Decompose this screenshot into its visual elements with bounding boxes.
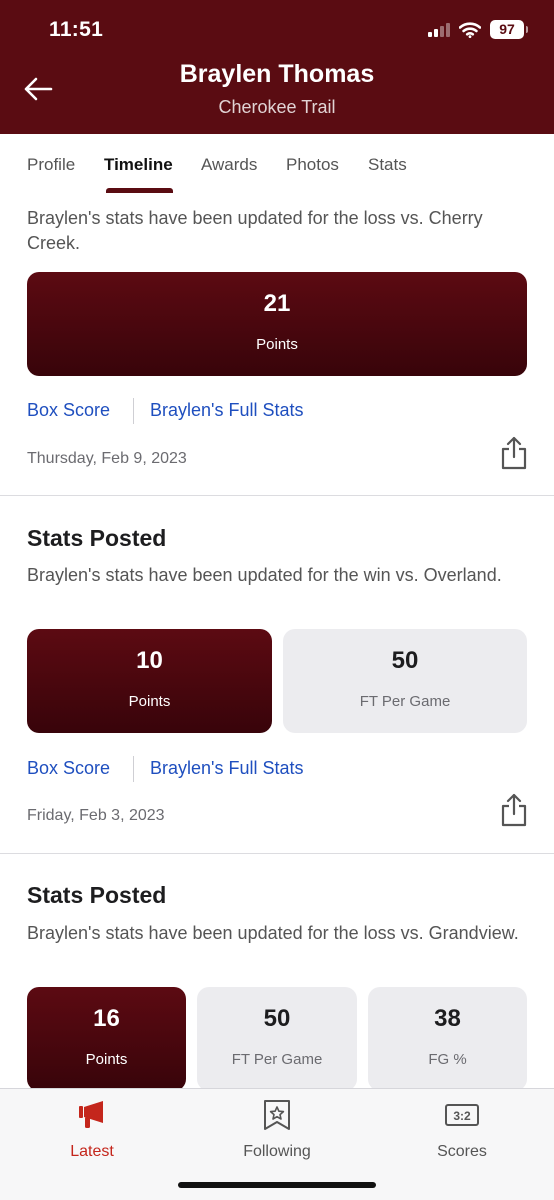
- stat-tile-points[interactable]: 10 Points: [27, 629, 272, 733]
- cellular-signal-icon: [428, 22, 450, 37]
- card-date: Friday, Feb 3, 2023: [27, 807, 165, 824]
- stat-value: 50: [391, 647, 419, 674]
- status-time: 11:51: [49, 18, 104, 41]
- nav-scores[interactable]: 3:2 Scores: [397, 1099, 527, 1165]
- stat-label: FT Per Game: [359, 693, 451, 710]
- share-button[interactable]: [499, 793, 529, 827]
- stat-label: Points: [256, 336, 298, 353]
- tab-profile[interactable]: Profile: [27, 155, 75, 175]
- nav-following[interactable]: Following: [212, 1099, 342, 1165]
- box-score-link[interactable]: Box Score: [27, 758, 110, 779]
- full-stats-link[interactable]: Braylen's Full Stats: [150, 400, 304, 421]
- status-icons: 97: [428, 20, 528, 39]
- svg-text:3:2: 3:2: [453, 1109, 471, 1123]
- card-description: Braylen's stats have been updated for th…: [27, 565, 502, 585]
- tab-stats[interactable]: Stats: [368, 155, 407, 175]
- share-button[interactable]: [499, 436, 529, 470]
- tab-photos[interactable]: Photos: [286, 155, 339, 175]
- stat-tile-points[interactable]: 16 Points: [27, 987, 186, 1088]
- card-description: Braylen's stats have been updated for th…: [27, 208, 483, 253]
- tab-timeline[interactable]: Timeline: [104, 155, 173, 175]
- stat-tile-ft-per-game[interactable]: 50 FT Per Game: [197, 987, 357, 1088]
- nav-label: Latest: [70, 1143, 114, 1160]
- card-description: Braylen's stats have been updated for th…: [27, 923, 519, 943]
- stat-label: Points: [128, 693, 171, 710]
- full-stats-link[interactable]: Braylen's Full Stats: [150, 758, 304, 779]
- stat-value: 50: [263, 1005, 291, 1032]
- megaphone-icon: [79, 1101, 103, 1128]
- stat-value: 38: [434, 1005, 461, 1032]
- stat-label: FG %: [428, 1051, 467, 1068]
- card-date: Thursday, Feb 9, 2023: [27, 450, 187, 467]
- page-title: Braylen Thomas: [179, 60, 375, 88]
- page-subtitle: Cherokee Trail: [218, 97, 336, 117]
- timeline-feed[interactable]: Braylen's stats have been updated for th…: [0, 194, 554, 1088]
- tab-awards[interactable]: Awards: [201, 155, 257, 175]
- nav-latest[interactable]: Latest: [27, 1099, 157, 1165]
- nav-label: Scores: [437, 1143, 487, 1160]
- stat-label: Points: [85, 1051, 128, 1068]
- stat-value: 21: [263, 290, 291, 317]
- card-title: Stats Posted: [27, 882, 167, 908]
- box-score-link[interactable]: Box Score: [27, 400, 110, 421]
- stat-tile-points[interactable]: 21 Points: [27, 272, 527, 376]
- profile-tabs: Profile Timeline Awards Photos Stats: [0, 134, 554, 194]
- share-icon: [501, 793, 527, 827]
- share-icon: [501, 436, 527, 470]
- app-header: 11:51 97 Braylen Thomas Cherokee Trail: [0, 0, 554, 134]
- link-separator: [133, 398, 134, 424]
- card-divider: [0, 853, 554, 854]
- nav-label: Following: [243, 1143, 311, 1160]
- home-indicator: [178, 1182, 376, 1188]
- stat-value: 16: [93, 1005, 120, 1032]
- active-tab-indicator: [106, 188, 173, 193]
- stat-label: FT Per Game: [231, 1051, 323, 1068]
- scoreboard-icon: 3:2: [445, 1104, 479, 1126]
- card-divider: [0, 495, 554, 496]
- battery-icon: 97: [490, 20, 528, 39]
- card-title: Stats Posted: [27, 525, 167, 551]
- wifi-icon: [459, 21, 481, 38]
- star-bookmark-icon: [264, 1100, 290, 1130]
- stat-tile-fg-percent[interactable]: 38 FG %: [368, 987, 527, 1088]
- stat-tile-ft-per-game[interactable]: 50 FT Per Game: [283, 629, 527, 733]
- link-separator: [133, 756, 134, 782]
- stat-value: 10: [136, 647, 163, 674]
